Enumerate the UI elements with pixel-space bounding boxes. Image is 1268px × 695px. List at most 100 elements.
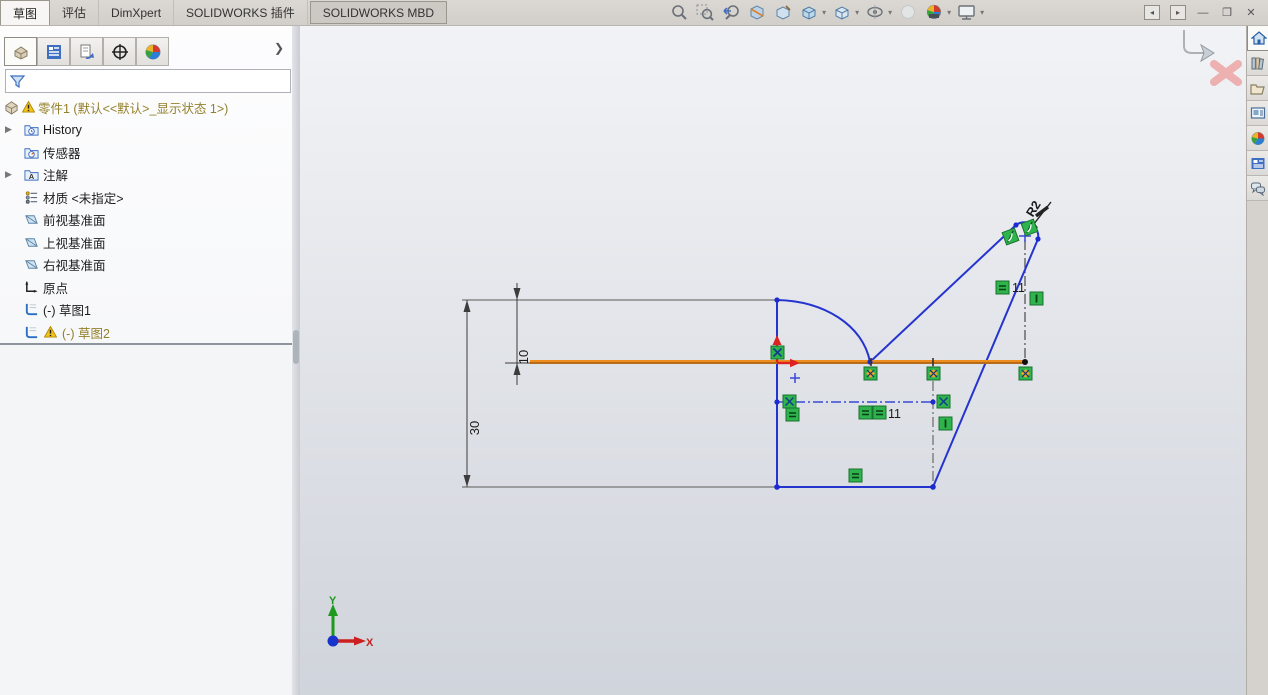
minimize-button[interactable]: —	[1196, 6, 1210, 19]
3d-drawing-view-icon[interactable]	[773, 3, 793, 23]
warning-icon	[22, 101, 35, 113]
splitter-handle[interactable]	[293, 330, 299, 364]
blocked-x-icon	[1210, 60, 1242, 86]
appearances-scenes-button[interactable]	[1247, 126, 1268, 151]
custom-properties-button[interactable]	[1247, 151, 1268, 176]
window-controls: ◂ ▸ — ❐ ✕	[1144, 0, 1268, 25]
tab-displaymanager[interactable]	[136, 37, 169, 66]
file-explorer-button[interactable]	[1247, 76, 1268, 101]
previous-view-icon[interactable]	[721, 3, 741, 23]
tab-featuremanager[interactable]	[4, 37, 37, 66]
display-style-icon[interactable]	[832, 3, 852, 23]
heads-up-view-toolbar: ▾ ▾ ▾ ▾ ▾	[669, 0, 984, 25]
view-orientation-dropdown-icon[interactable]: ▾	[822, 8, 826, 17]
sketch-arc-left[interactable]	[776, 299, 871, 363]
material-icon	[25, 191, 38, 204]
manager-tab-strip	[4, 37, 169, 66]
home-icon	[1250, 30, 1267, 45]
tab-solidworks-mbd[interactable]: SOLIDWORKS MBD	[309, 1, 448, 24]
panel-lower-pane	[0, 345, 291, 695]
tree-item-origin[interactable]: 原点	[0, 276, 290, 299]
zoom-to-fit-icon[interactable]	[669, 3, 689, 23]
tree-item-sketch2[interactable]: (-) 草图2	[0, 321, 290, 344]
tree-item-part[interactable]: 零件1 (默认<<默认>_显示状态 1>)	[0, 96, 290, 119]
featuremanager-panel: ❯ 零件1 (默认<<默认>_显示状态 1>) ▶ History 传感器 ▶ …	[0, 25, 293, 695]
tab-propertymanager[interactable]	[37, 37, 70, 66]
edit-appearance-icon[interactable]	[898, 3, 918, 23]
expand-arrow-icon[interactable]: ▶	[5, 124, 12, 135]
close-button[interactable]: ✕	[1244, 6, 1258, 19]
triad-x-label: X	[366, 637, 374, 649]
view-settings-icon[interactable]	[957, 3, 977, 23]
view-palette-button[interactable]	[1247, 101, 1268, 126]
restore-button[interactable]: ❐	[1220, 6, 1234, 19]
view-orientation-icon[interactable]	[799, 3, 819, 23]
tree-item-sensors[interactable]: 传感器	[0, 141, 290, 164]
plane-icon	[25, 238, 38, 247]
zoom-to-area-icon[interactable]	[695, 3, 715, 23]
tab-sketch[interactable]: 草图	[0, 0, 51, 25]
design-library-button[interactable]	[1247, 51, 1268, 76]
sensors-folder-icon	[24, 148, 39, 159]
hide-show-items-icon[interactable]	[865, 3, 885, 23]
display-style-dropdown-icon[interactable]: ▾	[855, 8, 859, 17]
dimension-11-right-text[interactable]: 11	[1012, 281, 1025, 295]
dimension-10-text: 10	[516, 350, 531, 364]
tree-item-annotations[interactable]: ▶ A 注解	[0, 164, 290, 187]
history-folder-icon	[24, 125, 39, 136]
tab-configurationmanager[interactable]	[70, 37, 103, 66]
constraint-icons[interactable]	[770, 218, 1044, 483]
gesture-overlay	[1183, 30, 1242, 86]
collapse-right-button[interactable]: ▸	[1170, 5, 1186, 20]
tree-item-history[interactable]: ▶ History	[0, 119, 290, 142]
forum-chat-icon	[1250, 182, 1265, 196]
view-settings-dropdown-icon[interactable]: ▾	[980, 8, 984, 17]
custom-properties-icon	[1251, 157, 1264, 169]
collapse-left-button[interactable]: ◂	[1144, 5, 1160, 20]
section-view-icon[interactable]	[747, 3, 767, 23]
part-icon	[5, 101, 18, 115]
tree-item-sketch1[interactable]: (-) 草图1	[0, 299, 290, 322]
dimension-10[interactable]: 10	[505, 283, 533, 385]
sketch-vertices[interactable]	[774, 222, 1041, 490]
plane-icon	[25, 215, 38, 224]
tree-item-right-plane[interactable]: 右视基准面	[0, 254, 290, 277]
appearances-icon	[1251, 131, 1264, 145]
tab-dimxpertmanager[interactable]	[103, 37, 136, 66]
tree-item-top-plane[interactable]: 上视基准面	[0, 231, 290, 254]
expand-arrow-icon[interactable]: ▶	[5, 169, 12, 180]
tab-evaluate[interactable]: 评估	[50, 0, 100, 25]
tree-item-front-plane[interactable]: 前视基准面	[0, 209, 290, 232]
filter-funnel-icon	[9, 74, 26, 88]
panel-splitter[interactable]	[292, 25, 300, 695]
tree-filter-input[interactable]	[5, 69, 291, 93]
panel-expand-arrow[interactable]: ❯	[274, 41, 284, 55]
svg-text:A: A	[29, 172, 35, 181]
apply-scene-icon[interactable]	[924, 3, 944, 23]
triad-y-label: Y	[329, 595, 337, 607]
origin-icon	[25, 280, 38, 293]
dimension-11-bottom-text[interactable]: 11	[888, 407, 901, 421]
task-pane	[1246, 25, 1268, 695]
view-palette-icon	[1250, 106, 1265, 119]
sketch-endpoint-dark[interactable]	[1022, 359, 1028, 365]
tree-item-material[interactable]: 材质 <未指定>	[0, 186, 290, 209]
apply-scene-dropdown-icon[interactable]: ▾	[947, 8, 951, 17]
plane-icon	[25, 260, 38, 269]
warning-icon	[44, 326, 57, 338]
ribbon-bar: 草图 评估 DimXpert SOLIDWORKS 插件 SOLIDWORKS …	[0, 0, 1268, 26]
sketch-icon	[25, 326, 38, 338]
sketch-icon	[25, 304, 38, 316]
annotations-folder-icon: A	[24, 170, 39, 181]
coordinate-triad: Y X	[327, 595, 374, 649]
feature-tree: 零件1 (默认<<默认>_显示状态 1>) ▶ History 传感器 ▶ A …	[0, 96, 290, 344]
dimension-30-text: 30	[467, 421, 482, 435]
tab-dimxpert[interactable]: DimXpert	[99, 0, 175, 25]
design-library-icon	[1251, 57, 1264, 70]
dimension-30[interactable]: 30	[463, 300, 483, 487]
file-explorer-icon	[1249, 83, 1265, 95]
home-button[interactable]	[1247, 25, 1268, 51]
hide-show-items-dropdown-icon[interactable]: ▾	[888, 8, 892, 17]
forum-button[interactable]	[1247, 176, 1268, 201]
tab-solidworks-addins[interactable]: SOLIDWORKS 插件	[174, 0, 308, 25]
